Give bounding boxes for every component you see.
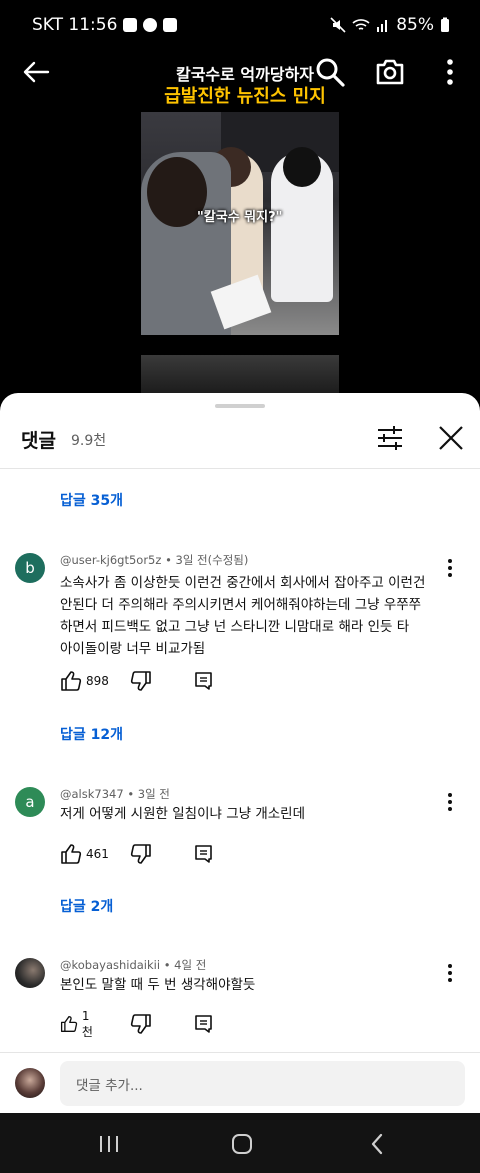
home-icon[interactable] [227, 1129, 257, 1159]
reply-icon [195, 672, 212, 690]
filter-icon[interactable] [373, 421, 407, 455]
comments-header: 댓글 9.9천 [0, 415, 480, 469]
avatar[interactable] [15, 958, 45, 988]
reply-button[interactable] [193, 669, 215, 693]
dislike-button[interactable] [130, 842, 152, 866]
avatar[interactable]: a [15, 787, 45, 817]
comment-text: 소속사가 좀 이상한듯 이런건 중간에서 회사에서 잡아주고 이런건 안된다 더… [60, 575, 426, 657]
recent-apps-icon[interactable] [94, 1129, 124, 1159]
close-icon[interactable] [434, 421, 468, 455]
add-comment-placeholder: 댓글 추가... [76, 1077, 143, 1094]
comments-count: 9.9천 [71, 433, 107, 449]
comment-text: 저게 어떻게 시원한 일침이냐 그냥 개소린데 [60, 806, 306, 822]
reply-button[interactable] [193, 842, 215, 866]
wifi-icon [352, 19, 370, 30]
like-count: 1천 [81, 1008, 93, 1039]
comment-meta: @kobayashidaikii • 4일 전 [60, 958, 207, 972]
comment-meta: @alsk7347 • 3일 전 [60, 787, 170, 801]
search-icon[interactable] [314, 56, 346, 88]
system-nav-bar [0, 1113, 480, 1173]
thumbs-down-icon [130, 844, 151, 864]
comment-meta: @user-kj6gt5or5z • 3일 전(수정됨) [60, 553, 249, 567]
add-comment-bar: 댓글 추가... [0, 1052, 480, 1113]
pinterest-icon [143, 18, 158, 32]
comments-title: 댓글 [21, 430, 56, 452]
status-bar: SKT 11:56 85% [0, 0, 480, 50]
video-caption: "칼국수 뭐지?" [197, 210, 283, 225]
dislike-button[interactable] [130, 1012, 152, 1036]
video-title-line2: 급발진한 뉴진스 민지 [164, 86, 326, 107]
thumbs-down-icon [130, 671, 151, 691]
reply-icon [195, 845, 212, 863]
gallery-icon [123, 18, 138, 32]
add-comment-input[interactable]: 댓글 추가... [60, 1061, 465, 1106]
battery-icon [441, 17, 449, 32]
check-icon [163, 18, 178, 32]
thumbs-up-icon [60, 1016, 78, 1032]
carrier-time: SKT 11:56 [32, 15, 118, 35]
reply-icon [195, 1015, 212, 1033]
user-avatar [15, 1068, 45, 1098]
avatar[interactable]: b [15, 553, 45, 583]
mute-icon [330, 17, 346, 33]
thumbs-up-icon [61, 844, 82, 864]
thumbs-up-icon [61, 671, 82, 691]
more-vertical-icon[interactable] [434, 56, 466, 88]
like-button[interactable]: 898 [60, 669, 109, 693]
video-player[interactable]: "칼국수 뭐지?" [141, 112, 339, 335]
like-count: 461 [86, 847, 109, 861]
like-button[interactable]: 1천 [60, 1009, 97, 1039]
like-button[interactable]: 461 [60, 842, 109, 866]
thumbs-down-icon [130, 1014, 151, 1034]
signal-icon [377, 20, 388, 32]
replies-link[interactable]: 답글 35개 [60, 490, 123, 510]
dislike-button[interactable] [130, 669, 152, 693]
back-arrow-icon[interactable] [20, 56, 52, 88]
comment-text: 본인도 말할 때 두 번 생각해야할듯 [60, 977, 256, 993]
replies-link[interactable]: 답글 12개 [60, 724, 123, 744]
battery-percent: 85% [396, 15, 434, 35]
drag-handle[interactable] [215, 404, 265, 408]
back-icon[interactable] [362, 1129, 392, 1159]
replies-link[interactable]: 답글 2개 [60, 896, 113, 916]
video-below [141, 355, 339, 395]
reply-button[interactable] [193, 1012, 215, 1036]
like-count: 898 [86, 674, 109, 688]
camera-icon[interactable] [374, 56, 406, 88]
